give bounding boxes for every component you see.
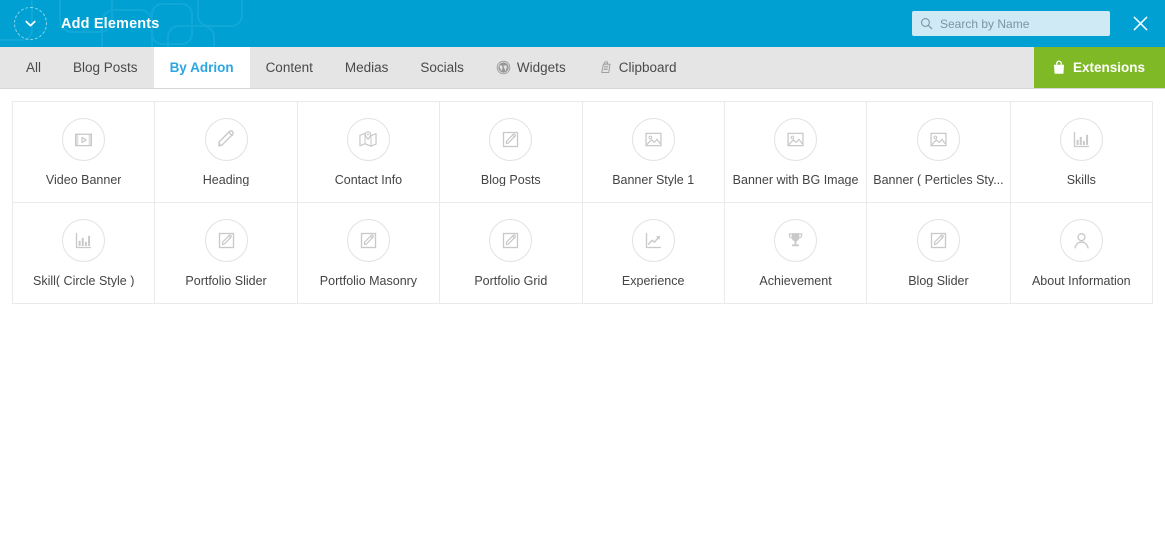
image-icon	[916, 117, 960, 161]
edit-square-icon	[346, 218, 390, 262]
pencil-icon	[204, 117, 248, 161]
tab-medias[interactable]: Medias	[329, 47, 405, 88]
collapse-panel-button[interactable]	[14, 7, 47, 40]
element-card-label: Video Banner	[45, 173, 122, 187]
element-card-label: About Information	[1031, 274, 1131, 288]
element-card-label: Skill( Circle Style )	[32, 274, 135, 288]
element-card[interactable]: Heading	[155, 102, 298, 203]
edit-square-icon	[489, 117, 533, 161]
bar-chart-icon	[62, 218, 106, 262]
element-card[interactable]: Banner with BG Image	[724, 102, 868, 203]
page-title: Add Elements	[61, 15, 160, 32]
tab-content[interactable]: Content	[250, 47, 329, 88]
element-card[interactable]: Skill( Circle Style )	[13, 203, 156, 304]
element-card[interactable]: About Information	[1010, 203, 1153, 304]
tab-by-adrion[interactable]: By Adrion	[153, 47, 250, 88]
header-actions	[912, 11, 1165, 36]
element-card-label: Banner Style 1	[612, 173, 695, 187]
tab-socials[interactable]: Socials	[404, 47, 480, 88]
edit-square-icon	[204, 218, 248, 262]
element-card[interactable]: Blog Posts	[440, 102, 583, 203]
tab-widgets[interactable]: Widgets	[480, 47, 582, 88]
map-pin-icon	[346, 117, 390, 161]
tab-clipboard[interactable]: Clipboard	[582, 47, 693, 88]
element-card-label: Portfolio Grid	[474, 274, 548, 288]
tab-label: Widgets	[516, 60, 566, 75]
element-card-label: Banner ( Perticles Sty...	[873, 173, 1004, 187]
elements-grid: Video Banner Heading Contact Info Blog P…	[12, 101, 1153, 304]
category-tabbar: All Blog Posts By Adrion Content Medias Socia…	[0, 47, 1165, 89]
tab-label: Blog Posts	[73, 60, 138, 75]
element-card-label: Achievement	[759, 274, 832, 288]
element-card[interactable]: Portfolio Masonry	[297, 203, 441, 304]
tab-label: Socials	[420, 60, 464, 75]
line-chart-icon	[631, 218, 675, 262]
element-card[interactable]: Blog Slider	[867, 203, 1011, 304]
element-card[interactable]: Portfolio Slider	[155, 203, 298, 304]
tab-label: Content	[265, 60, 313, 75]
tab-label: Clipboard	[618, 60, 677, 75]
element-card-label: Portfolio Masonry	[319, 274, 418, 288]
element-card[interactable]: Banner ( Perticles Sty...	[867, 102, 1011, 203]
element-card-label: Blog Posts	[480, 173, 541, 187]
element-card[interactable]: Portfolio Grid	[440, 203, 583, 304]
elements-panel: Video Banner Heading Contact Info Blog P…	[0, 89, 1165, 304]
user-icon	[1059, 218, 1103, 262]
clipboard-icon	[598, 60, 613, 75]
image-icon	[774, 117, 818, 161]
tab-blog-posts[interactable]: Blog Posts	[57, 47, 154, 88]
element-card[interactable]: Video Banner	[13, 102, 156, 203]
extensions-label: Extensions	[1072, 60, 1145, 75]
element-card-label: Heading	[202, 173, 250, 187]
element-card-label: Skills	[1066, 173, 1096, 187]
search-box[interactable]	[912, 11, 1110, 36]
wordpress-icon	[496, 60, 511, 75]
image-icon	[631, 117, 675, 161]
tab-all[interactable]: All	[10, 47, 57, 88]
element-card-label: Contact Info	[334, 173, 403, 187]
app-header: Add Elements	[0, 0, 1165, 47]
trophy-icon	[774, 218, 818, 262]
tab-label: Medias	[344, 60, 389, 75]
tab-label: All	[26, 60, 42, 75]
edit-square-icon	[489, 218, 533, 262]
element-card[interactable]: Skills	[1010, 102, 1153, 203]
element-card-label: Blog Slider	[908, 274, 969, 288]
close-icon	[1133, 16, 1147, 31]
element-card-label: Portfolio Slider	[185, 274, 267, 288]
element-card[interactable]: Experience	[582, 203, 725, 304]
search-input[interactable]	[940, 16, 1102, 31]
element-card-label: Banner with BG Image	[732, 173, 859, 187]
shopping-bag-icon	[1053, 60, 1065, 74]
tab-label: By Adrion	[169, 60, 234, 75]
element-card[interactable]: Contact Info	[297, 102, 441, 203]
element-card[interactable]: Achievement	[724, 203, 868, 304]
bar-chart-icon	[1059, 117, 1103, 161]
chevron-down-icon	[25, 20, 36, 27]
element-card-label: Experience	[621, 274, 685, 288]
edit-square-icon	[916, 218, 960, 262]
tab-list: All Blog Posts By Adrion Content Medias Socia…	[0, 47, 693, 88]
close-button[interactable]	[1129, 13, 1151, 35]
film-play-icon	[62, 117, 106, 161]
element-card[interactable]: Banner Style 1	[582, 102, 725, 203]
search-icon	[921, 18, 933, 30]
extensions-button[interactable]: Extensions	[1033, 47, 1165, 88]
